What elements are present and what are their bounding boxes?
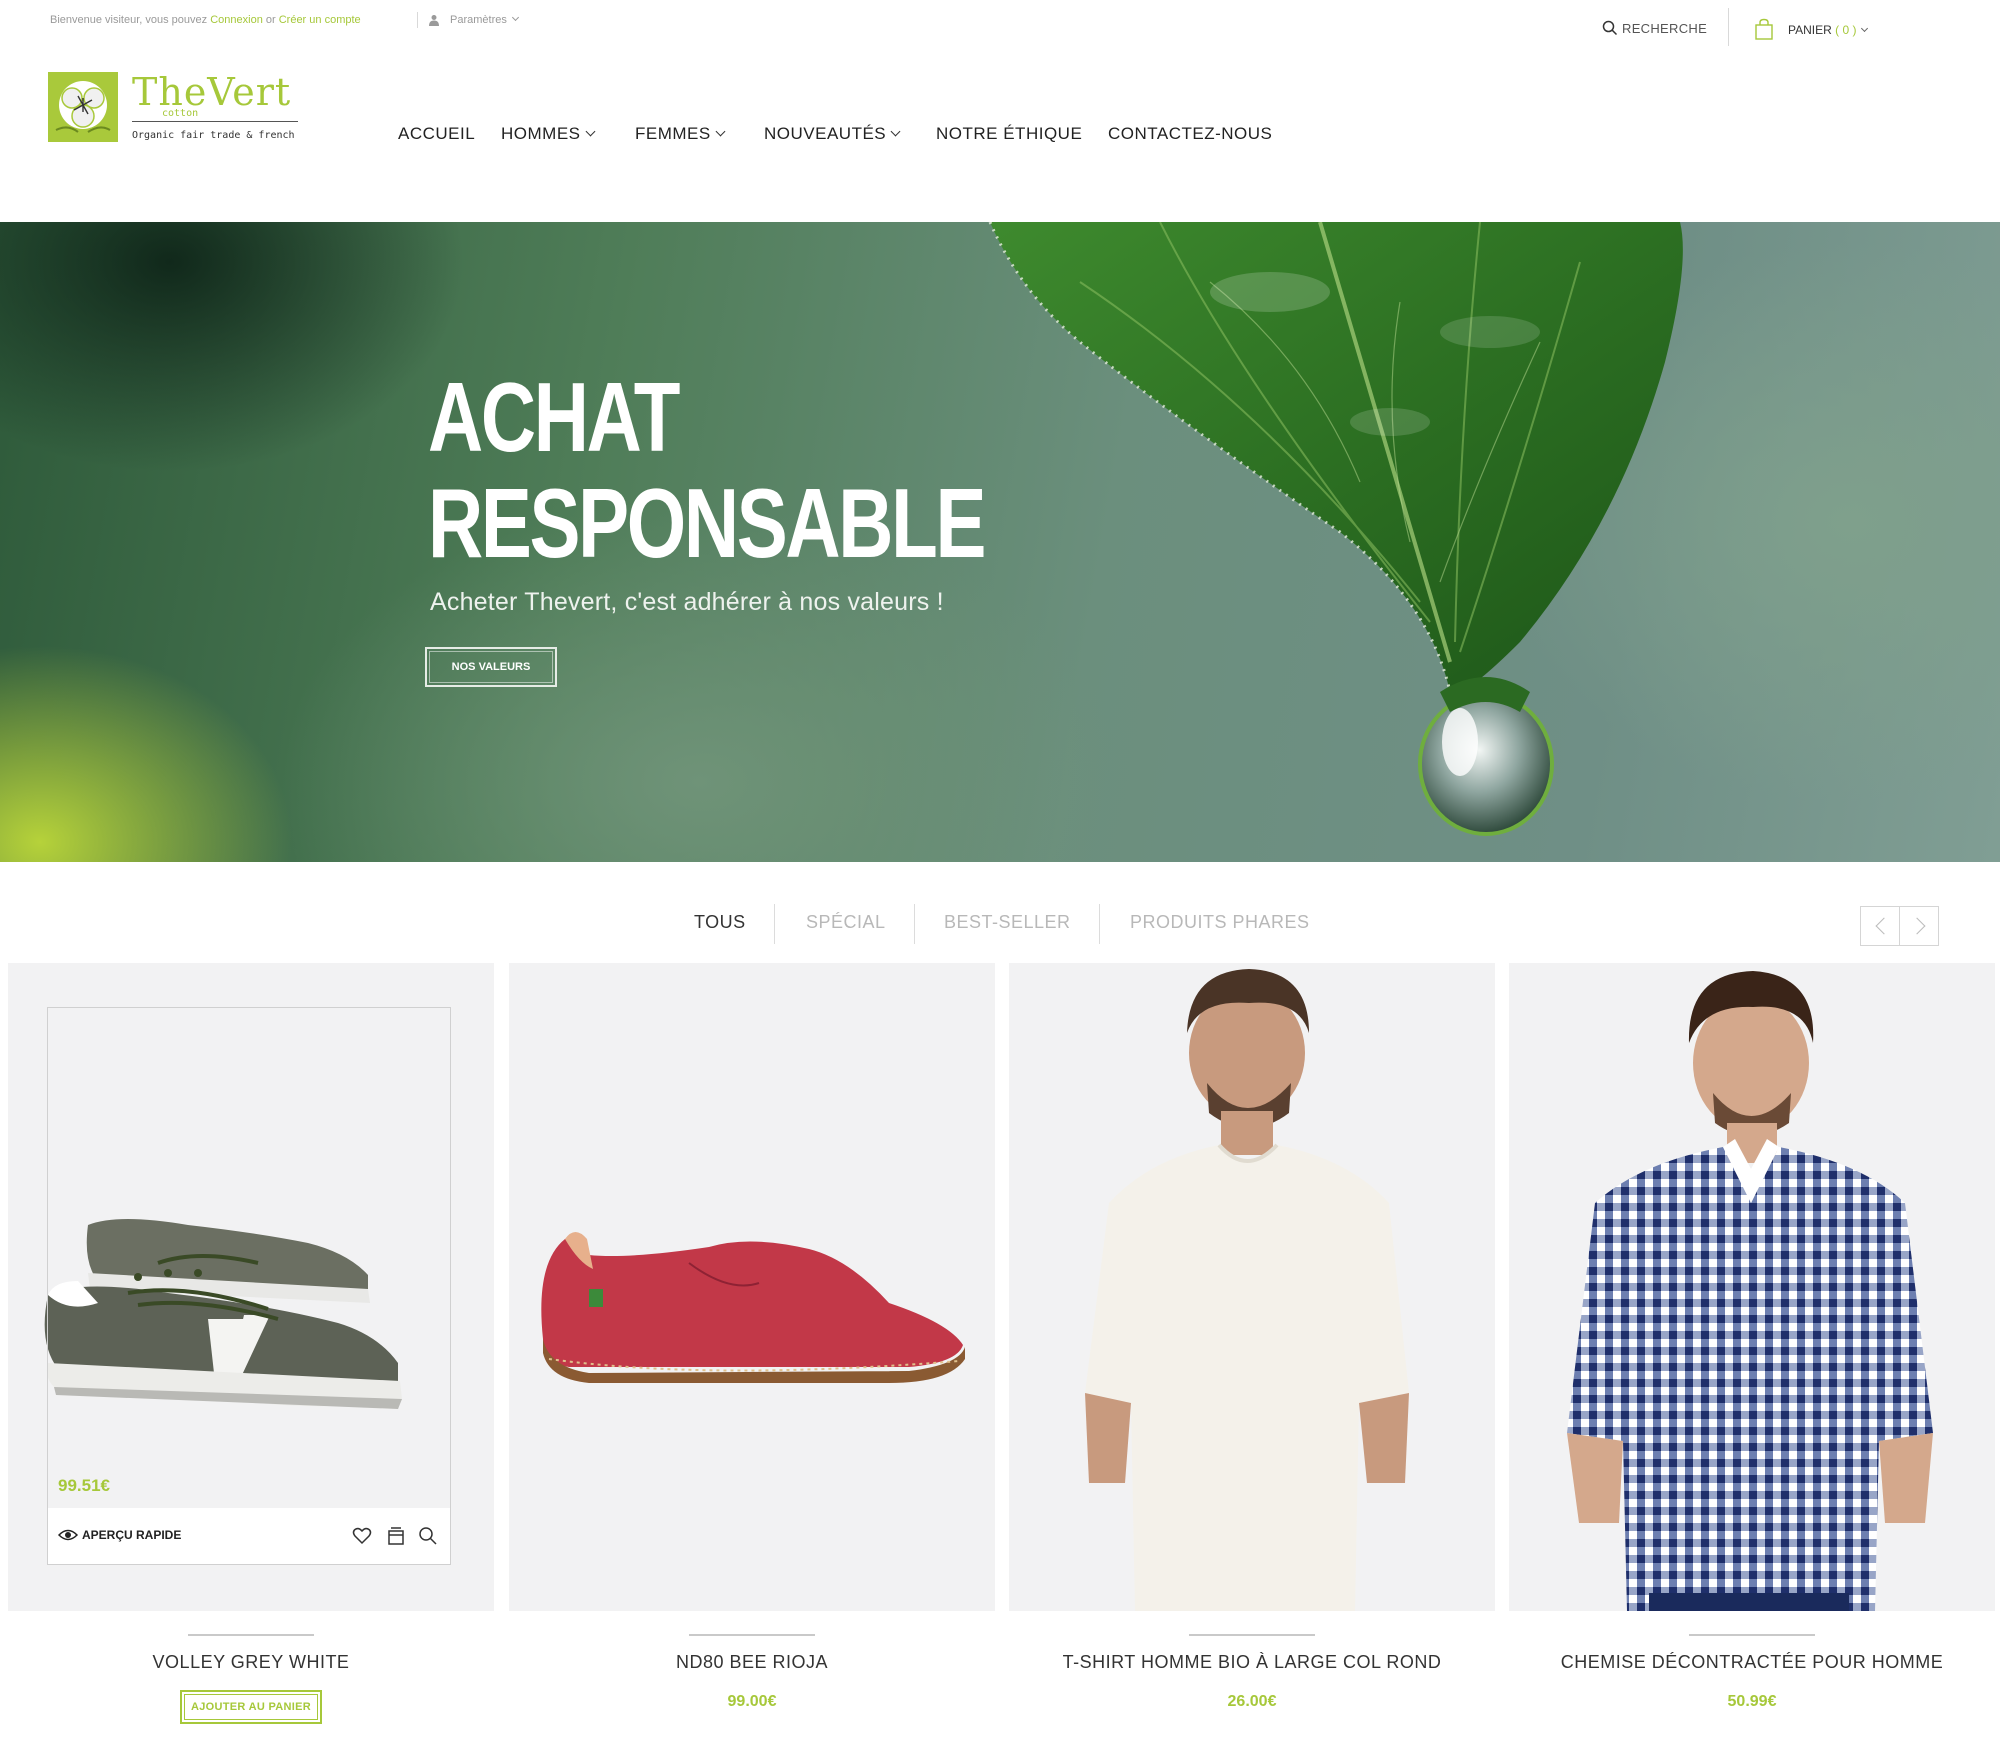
product-price: 26.00€ xyxy=(1227,1693,1277,1710)
tab-tous[interactable]: TOUS xyxy=(694,912,746,933)
nav-label: CONTACTEZ-NOUS xyxy=(1108,124,1273,143)
tab-best-seller[interactable]: BEST-SELLER xyxy=(944,912,1071,933)
cart-count: ( 0 ) xyxy=(1835,23,1857,37)
welcome-message: Bienvenue visiteur, vous pouvez Connexio… xyxy=(50,14,361,26)
nav-item-accueil[interactable]: ACCUEIL xyxy=(398,124,475,144)
tab-divider xyxy=(1099,904,1100,944)
nav-item-hommes[interactable]: HOMMES xyxy=(501,124,595,144)
divider xyxy=(1728,8,1729,46)
product-name[interactable]: CHEMISE DÉCONTRACTÉE POUR HOMME xyxy=(1509,1652,1995,1673)
product-action-bar: APERÇU RAPIDE xyxy=(48,1508,450,1564)
cart-label: PANIER xyxy=(1788,23,1832,37)
product-card-tshirt[interactable] xyxy=(1009,963,1495,1611)
logo-subtitle: cotton xyxy=(162,108,199,119)
chevron-down-icon xyxy=(890,126,901,137)
divider xyxy=(417,12,418,28)
or-text: or xyxy=(265,14,276,26)
title-divider xyxy=(1189,1634,1315,1636)
tab-special[interactable]: SPÉCIAL xyxy=(806,912,886,933)
site-logo[interactable]: TheVert cotton Organic fair trade & fren… xyxy=(48,70,308,146)
chevron-down-icon xyxy=(715,126,726,137)
title-divider xyxy=(689,1634,815,1636)
chevron-down-icon xyxy=(1860,24,1868,33)
tab-divider xyxy=(774,904,775,944)
product-price: 50.99€ xyxy=(1727,1693,1777,1710)
quick-view-label: APERÇU RAPIDE xyxy=(82,1528,182,1542)
product-name[interactable]: VOLLEY GREY WHITE xyxy=(8,1652,494,1673)
product-card-chemise[interactable] xyxy=(1509,963,1995,1611)
compare-icon[interactable] xyxy=(386,1526,406,1546)
shopping-bag-icon[interactable] xyxy=(1754,18,1774,40)
nav-label: HOMMES xyxy=(501,124,581,143)
leaf-image xyxy=(988,222,1683,836)
shoe-image xyxy=(541,1232,965,1383)
carousel-prev-button[interactable] xyxy=(1860,906,1900,946)
chevron-right-icon xyxy=(1908,917,1926,935)
login-link[interactable]: Connexion xyxy=(210,14,263,26)
zoom-icon[interactable] xyxy=(418,1526,438,1546)
hero-title-line1: ACHAT xyxy=(428,362,680,472)
tab-divider xyxy=(914,904,915,944)
product-tabs: TOUS SPÉCIAL BEST-SELLER PRODUITS PHARES xyxy=(0,904,2000,946)
search-button[interactable]: RECHERCHE xyxy=(1602,20,1707,36)
register-link[interactable]: Créer un compte xyxy=(279,14,361,26)
nav-item-contact[interactable]: CONTACTEZ-NOUS xyxy=(1108,124,1272,144)
cart-button[interactable]: PANIER ( 0 ) xyxy=(1788,23,1868,37)
cotton-flower-icon xyxy=(48,72,118,142)
tshirt-model-image xyxy=(1085,969,1409,1611)
product-name[interactable]: T-SHIRT HOMME BIO À LARGE COL ROND xyxy=(1009,1652,1495,1673)
chevron-left-icon xyxy=(1875,917,1893,935)
product-price-hover: 99.51€ xyxy=(58,1476,110,1495)
welcome-text: Bienvenue visiteur, vous pouvez xyxy=(50,14,208,26)
logo-name: TheVert xyxy=(132,70,292,114)
tab-produits-phares[interactable]: PRODUITS PHARES xyxy=(1130,912,1310,933)
logo-underline xyxy=(132,121,298,122)
top-bar: Bienvenue visiteur, vous pouvez Connexio… xyxy=(0,0,2000,46)
logo-mark xyxy=(48,72,118,142)
user-icon xyxy=(429,15,439,26)
shirt-model-image xyxy=(1567,971,1933,1611)
hero-subtitle: Acheter Thevert, c'est adhérer à nos val… xyxy=(430,588,944,616)
settings-dropdown[interactable]: Paramètres xyxy=(450,13,519,26)
chevron-down-icon xyxy=(511,13,519,22)
hero-banner: ACHAT RESPONSABLE Acheter Thevert, c'est… xyxy=(0,222,2000,862)
carousel-next-button[interactable] xyxy=(1899,906,1939,946)
add-to-cart-button[interactable]: AJOUTER AU PANIER xyxy=(180,1690,322,1724)
nav-label: NOUVEAUTÉS xyxy=(764,124,887,143)
logo-tagline: Organic fair trade & french xyxy=(132,130,295,141)
nav-label: ACCUEIL xyxy=(398,124,476,143)
our-values-button[interactable]: NOS VALEURS xyxy=(425,647,557,687)
settings-label: Paramètres xyxy=(450,14,507,26)
quick-view-button[interactable]: APERÇU RAPIDE xyxy=(57,1528,182,1542)
title-divider xyxy=(188,1634,314,1636)
hero-title: ACHAT RESPONSABLE xyxy=(428,362,986,578)
nav-item-nouveautes[interactable]: NOUVEAUTÉS xyxy=(764,124,901,144)
product-name[interactable]: ND80 BEE RIOJA xyxy=(509,1652,995,1673)
search-label: RECHERCHE xyxy=(1622,21,1708,36)
product-card-nd80[interactable] xyxy=(509,963,995,1611)
title-divider xyxy=(1689,1634,1815,1636)
eye-icon xyxy=(57,1529,79,1541)
chevron-down-icon xyxy=(585,126,595,137)
product-price: 99.00€ xyxy=(727,1693,777,1710)
nav-item-femmes[interactable]: FEMMES xyxy=(635,124,726,144)
hero-title-line2: RESPONSABLE xyxy=(428,468,986,578)
nav-label: NOTRE ÉTHIQUE xyxy=(936,124,1083,143)
nav-label: FEMMES xyxy=(635,124,711,143)
heart-icon[interactable] xyxy=(352,1526,372,1546)
nav-item-notre-ethique[interactable]: NOTRE ÉTHIQUE xyxy=(936,124,1082,144)
search-icon xyxy=(1602,20,1618,36)
